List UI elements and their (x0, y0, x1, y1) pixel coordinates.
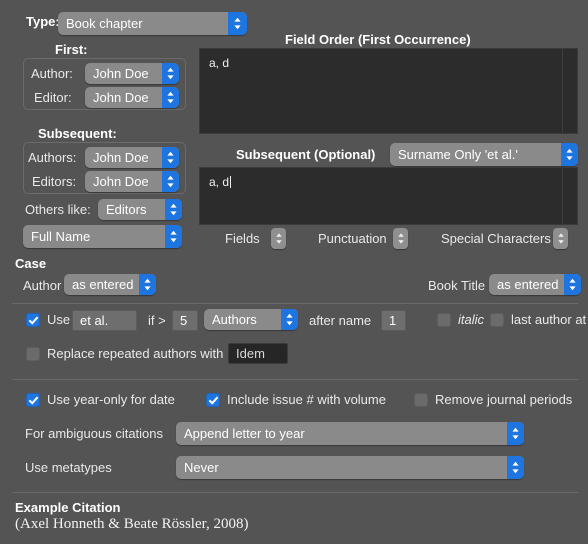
chevron-updown-icon (228, 12, 247, 35)
checkbox-checked-icon (26, 392, 40, 407)
use-etal-checkbox[interactable]: Use (26, 312, 70, 327)
subsequent-optional-value: Surname Only 'et al.' (398, 147, 518, 162)
ambiguous-citations-select[interactable]: Append letter to year (176, 422, 524, 445)
subsequent-optional-textarea[interactable]: a, d (199, 167, 578, 225)
replace-repeated-authors-label: Replace repeated authors with (47, 346, 224, 361)
ambiguous-citations-value: Append letter to year (184, 426, 305, 441)
special-characters-stepper[interactable] (553, 228, 568, 249)
field-order-textarea[interactable]: a, d (199, 48, 578, 134)
subsequent-authors-select[interactable]: John Doe (85, 147, 179, 168)
subsequent-editors-label: Editors: (32, 174, 77, 189)
last-author-at-end-label: last author at end (511, 312, 588, 327)
subsequent-optional-text-value: a, d (209, 175, 230, 189)
punctuation-stepper-label: Punctuation (318, 231, 387, 246)
example-citation-text: (Axel Honneth & Beate Rössler, 2008) (15, 516, 249, 532)
first-editor-label: Editor: (34, 90, 72, 105)
first-editor-select[interactable]: John Doe (85, 87, 179, 108)
use-metatypes-label: Use metatypes (25, 460, 112, 475)
others-like-label: Others like: (25, 202, 91, 217)
after-name-input[interactable]: 1 (381, 310, 406, 331)
case-author-value: as entered (72, 277, 134, 292)
remove-journal-periods-label: Remove journal periods (435, 392, 573, 407)
subsequent-authors-label: Authors: (28, 150, 77, 165)
include-issue-number-label: Include issue # with volume (227, 392, 386, 407)
use-year-only-checkbox[interactable]: Use year-only for date (26, 392, 175, 407)
case-book-title-label: Book Title (428, 278, 486, 293)
if-greater-label: if > (148, 313, 166, 328)
case-book-title-select[interactable]: as entered (489, 274, 581, 295)
italic-checkbox[interactable]: italic (437, 312, 484, 327)
case-divider (12, 303, 578, 304)
ambiguous-citations-label: For ambiguous citations (25, 426, 164, 441)
chevron-updown-icon (162, 147, 179, 168)
after-name-label: after name (309, 313, 372, 328)
include-issue-number-checkbox[interactable]: Include issue # with volume (206, 392, 386, 407)
text-caret (230, 176, 232, 188)
case-author-label: Author (23, 278, 62, 293)
subsequent-optional-text: a, d (200, 168, 577, 189)
first-author-value: John Doe (93, 66, 149, 81)
use-year-only-label: Use year-only for date (47, 392, 175, 407)
etal-scope-select[interactable]: Authors (204, 309, 298, 330)
subsequent-authors-value: John Doe (93, 150, 149, 165)
replace-repeated-authors-input[interactable]: Idem (228, 343, 288, 364)
use-metatypes-select[interactable]: Never (176, 456, 524, 479)
last-author-at-end-checkbox[interactable]: last author at end (490, 312, 588, 327)
subsequent-optional-label: Subsequent (Optional) (236, 147, 376, 162)
first-author-select[interactable]: John Doe (85, 63, 179, 84)
others-like-select[interactable]: Editors (98, 199, 182, 220)
chevron-updown-icon (162, 171, 179, 192)
punctuation-stepper[interactable] (393, 228, 408, 249)
case-author-select[interactable]: as entered (64, 274, 156, 295)
use-etal-label: Use (47, 312, 71, 327)
chevron-updown-icon (165, 225, 182, 248)
options-divider (12, 379, 578, 380)
replace-repeated-authors-checkbox[interactable]: Replace repeated authors with (26, 346, 223, 361)
first-editor-value: John Doe (93, 90, 149, 105)
remove-journal-periods-checkbox[interactable]: Remove journal periods (414, 392, 572, 407)
type-select[interactable]: Book chapter (58, 12, 247, 35)
subsequent-editors-value: John Doe (93, 174, 149, 189)
chevron-updown-icon (561, 143, 578, 166)
etal-threshold-input[interactable]: 5 (172, 310, 198, 331)
checkbox-checked-icon (26, 312, 40, 327)
chevron-updown-icon (139, 274, 156, 295)
special-characters-stepper-label: Special Characters (441, 231, 551, 246)
checkbox-unchecked-icon (26, 346, 40, 361)
chevron-updown-icon (162, 87, 179, 108)
name-format-value: Full Name (31, 229, 91, 244)
etal-text-input[interactable]: et al. (72, 310, 137, 331)
subsequent-optional-select[interactable]: Surname Only 'et al.' (390, 143, 578, 166)
checkbox-unchecked-icon (414, 392, 428, 407)
case-section-title: Case (15, 256, 47, 271)
case-book-title-value: as entered (497, 277, 559, 292)
italic-label: italic (458, 312, 485, 327)
chevron-updown-icon (281, 309, 298, 330)
fields-stepper-label: Fields (225, 231, 260, 246)
etal-scope-value: Authors (212, 312, 257, 327)
field-order-title: Field Order (First Occurrence) (285, 32, 471, 47)
type-label: Type: (26, 14, 60, 29)
subsequent-group-title: Subsequent: (38, 126, 117, 141)
use-metatypes-value: Never (184, 460, 219, 475)
fields-stepper[interactable] (271, 228, 286, 249)
citation-style-settings-panel: Type: Book chapter First: Author: John D… (0, 0, 588, 544)
field-order-text: a, d (209, 56, 230, 70)
first-author-label: Author: (31, 66, 73, 81)
chevron-updown-icon (507, 422, 524, 445)
example-divider (12, 492, 578, 493)
others-like-value: Editors (106, 202, 147, 217)
subsequent-editors-select[interactable]: John Doe (85, 171, 179, 192)
chevron-updown-icon (165, 199, 182, 220)
name-format-select[interactable]: Full Name (23, 225, 182, 248)
example-citation-title: Example Citation (15, 500, 121, 515)
checkbox-unchecked-icon (490, 312, 504, 327)
type-select-value: Book chapter (66, 16, 143, 31)
chevron-updown-icon (507, 456, 524, 479)
chevron-updown-icon (564, 274, 581, 295)
first-group-title: First: (55, 42, 88, 57)
chevron-updown-icon (162, 63, 179, 84)
checkbox-unchecked-icon (437, 312, 451, 327)
checkbox-checked-icon (206, 392, 220, 407)
